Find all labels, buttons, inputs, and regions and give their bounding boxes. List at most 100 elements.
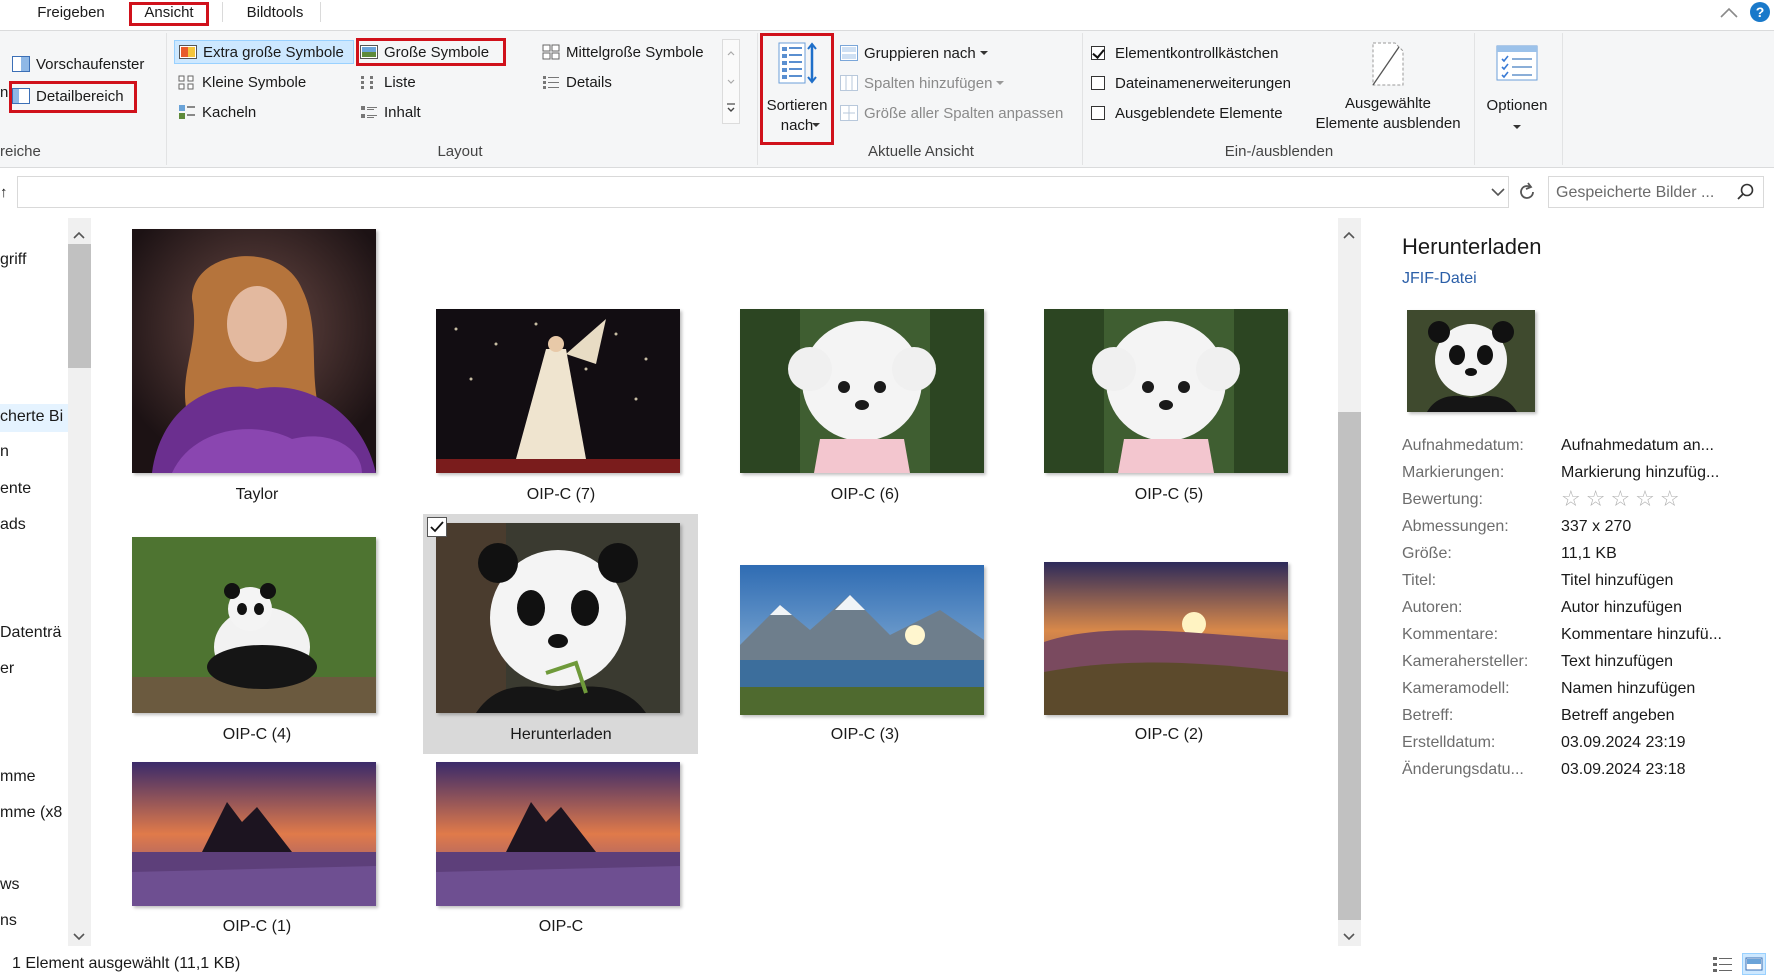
collapse-ribbon-icon[interactable] xyxy=(1718,4,1740,22)
large-icons-view-icon[interactable] xyxy=(1742,953,1766,975)
detail-value[interactable]: Text hinzufügen xyxy=(1561,653,1673,671)
address-bar[interactable] xyxy=(17,176,1509,208)
nav-scroll-thumb[interactable] xyxy=(68,244,91,368)
nav-item-selected[interactable]: cherte Bi xyxy=(0,408,63,426)
ribbon-tab-bar: Freigeben Ansicht Bildtools ? xyxy=(0,0,1774,30)
size-columns-button[interactable]: Größe aller Spalten anpassen xyxy=(840,101,1063,125)
detail-label: Titel: xyxy=(1402,572,1437,589)
detail-label: Abmessungen: xyxy=(1402,518,1509,535)
thumbnail-image[interactable] xyxy=(132,229,376,473)
tab-picture-tools[interactable]: Bildtools xyxy=(232,0,318,26)
detail-value[interactable]: Namen hinzufügen xyxy=(1561,680,1695,698)
detail-value[interactable]: Aufnahmedatum an... xyxy=(1561,437,1714,455)
dropdown-arrow-icon xyxy=(979,51,988,55)
file-name[interactable]: OIP-C (5) xyxy=(1034,486,1304,504)
nav-item[interactable]: ws xyxy=(0,876,20,894)
nav-item[interactable]: er xyxy=(0,660,14,678)
thumbnail-image[interactable] xyxy=(1044,562,1288,715)
file-name[interactable]: OIP-C (6) xyxy=(730,486,1000,504)
back-arrow-cut[interactable]: ↑ xyxy=(0,184,8,201)
item-checkboxes-label: Elementkontrollkästchen xyxy=(1115,44,1279,62)
content-scrollbar[interactable] xyxy=(1338,218,1361,946)
thumbnail-image[interactable] xyxy=(740,309,984,473)
search-input[interactable]: Gespeicherte Bilder ... xyxy=(1548,176,1764,208)
nav-item[interactable]: griff xyxy=(0,251,26,269)
layout-gallery-scroll[interactable] xyxy=(722,39,740,124)
detail-value[interactable]: Kommentare hinzufü... xyxy=(1561,626,1722,644)
file-name[interactable]: OIP-C (2) xyxy=(1034,726,1304,744)
help-icon[interactable]: ? xyxy=(1750,2,1770,22)
thumbnail-image[interactable] xyxy=(1044,309,1288,473)
nav-item[interactable]: mme (x8 xyxy=(0,804,62,822)
tab-divider xyxy=(222,2,223,22)
group-by-icon xyxy=(840,45,858,61)
file-extensions-toggle[interactable]: Dateinamenerweiterungen xyxy=(1091,71,1291,95)
layout-small-icons[interactable]: Kleine Symbole xyxy=(178,70,306,94)
hide-selected-label-1: Ausgewählte xyxy=(1345,95,1431,112)
layout-details[interactable]: Details xyxy=(542,70,612,94)
detail-label: Markierungen: xyxy=(1402,464,1505,481)
nav-item[interactable]: mme xyxy=(0,768,36,786)
extra-large-icons-icon xyxy=(179,44,197,60)
chevron-down-icon[interactable] xyxy=(1490,185,1506,199)
size-columns-label: Größe aller Spalten anpassen xyxy=(864,104,1064,122)
file-name-selected[interactable]: Herunterladen xyxy=(426,726,696,744)
preview-pane-button[interactable]: Vorschaufenster xyxy=(12,52,144,76)
file-name[interactable]: OIP-C (7) xyxy=(426,486,696,504)
content-scroll-thumb[interactable] xyxy=(1338,412,1361,920)
group-by-button[interactable]: Gruppieren nach xyxy=(840,41,988,65)
layout-extra-large-icons[interactable]: Extra große Symbole xyxy=(174,40,354,64)
nav-scrollbar[interactable] xyxy=(68,218,91,946)
layout-medium-icons[interactable]: Mittelgroße Symbole xyxy=(542,40,704,64)
nav-item[interactable]: n xyxy=(0,443,9,461)
file-name[interactable]: OIP-C (4) xyxy=(122,726,392,744)
layout-item-label: Liste xyxy=(384,73,416,91)
refresh-icon[interactable] xyxy=(1516,181,1538,203)
thumbnail-image[interactable] xyxy=(132,762,376,906)
search-icon[interactable] xyxy=(1737,183,1755,201)
detail-value[interactable]: Titel hinzufügen xyxy=(1561,572,1673,590)
file-name[interactable]: OIP-C (1) xyxy=(122,918,392,936)
scroll-up-icon[interactable] xyxy=(1343,226,1355,243)
panes-cut-label: n xyxy=(0,84,9,101)
file-name[interactable]: OIP-C (3) xyxy=(730,726,1000,744)
layout-tiles[interactable]: Kacheln xyxy=(178,100,256,124)
layout-item-label: Kleine Symbole xyxy=(202,73,307,91)
thumbnail-image[interactable] xyxy=(132,537,376,713)
nav-item[interactable]: ads xyxy=(0,516,26,534)
add-columns-button[interactable]: Spalten hinzufügen xyxy=(840,71,1005,95)
scroll-down-icon[interactable] xyxy=(1343,928,1355,945)
tab-share[interactable]: Freigeben xyxy=(24,0,118,26)
hidden-items-toggle[interactable]: Ausgeblendete Elemente xyxy=(1091,101,1283,125)
thumbnail-image[interactable] xyxy=(436,309,680,473)
layout-list[interactable]: Liste xyxy=(360,70,416,94)
layout-item-label: Kacheln xyxy=(202,103,257,121)
detail-label: Kamerahersteller: xyxy=(1402,653,1529,670)
hide-selected-button[interactable]: Ausgewählte Elemente ausblenden xyxy=(1308,33,1468,141)
detail-value[interactable]: Betreff angeben xyxy=(1561,707,1675,725)
file-name[interactable]: Taylor xyxy=(122,486,392,504)
scroll-down-icon[interactable] xyxy=(73,928,85,945)
layout-content[interactable]: Inhalt xyxy=(360,100,421,124)
detail-label: Kommentare: xyxy=(1402,626,1499,643)
thumbnail-image[interactable] xyxy=(740,565,984,715)
nav-item[interactable]: ns xyxy=(0,912,17,930)
item-checkbox-checked[interactable] xyxy=(427,517,447,537)
detail-value[interactable]: Autor hinzufügen xyxy=(1561,599,1682,617)
thumbnail-image[interactable] xyxy=(436,762,680,906)
detail-label: Änderungsdatu... xyxy=(1402,761,1524,778)
item-checkboxes-toggle[interactable]: Elementkontrollkästchen xyxy=(1091,41,1278,65)
large-icons-highlight xyxy=(356,38,506,66)
options-button[interactable]: Optionen xyxy=(1476,35,1558,135)
panes-group-label: reiche xyxy=(0,143,41,160)
detail-value[interactable]: Markierung hinzufüg... xyxy=(1561,464,1719,482)
scroll-up-icon[interactable] xyxy=(73,226,85,243)
details-pane-highlight xyxy=(9,81,137,113)
rating-stars[interactable]: ☆☆☆☆☆ xyxy=(1561,486,1685,512)
group-divider xyxy=(1562,33,1563,165)
nav-item[interactable]: ente xyxy=(0,480,31,498)
nav-item[interactable]: Datenträ xyxy=(0,624,61,642)
thumbnail-image[interactable] xyxy=(436,523,680,713)
details-view-icon[interactable] xyxy=(1712,955,1734,973)
file-name[interactable]: OIP-C xyxy=(426,918,696,936)
